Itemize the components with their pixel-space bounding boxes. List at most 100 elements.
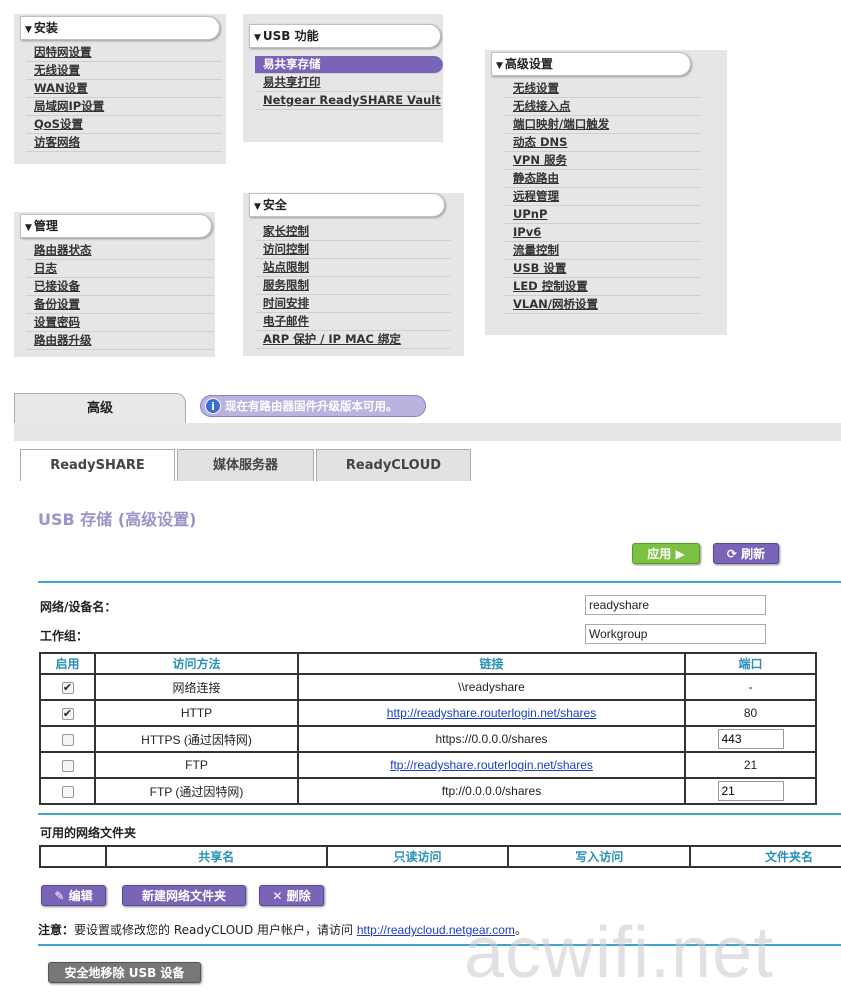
port-input[interactable] (717, 781, 784, 801)
menu-item-security-0[interactable]: 家长控制 (255, 223, 451, 241)
divider-top (38, 581, 841, 583)
col-write-access: 写入访问 (507, 845, 691, 868)
port-cell: 21 (684, 751, 817, 779)
col-enabled: 启用 (39, 652, 96, 675)
menu-manage-header[interactable]: ▼ 管理 (20, 214, 212, 238)
col-select (39, 845, 106, 868)
firmware-notice[interactable]: i 现在有路由器固件升级版本可用。 (200, 395, 426, 417)
port-input[interactable] (717, 729, 784, 749)
port-cell (684, 725, 817, 753)
menu-item-usb-2[interactable]: Netgear ReadySHARE Vault (255, 92, 443, 110)
refresh-button-label: 刷新 (741, 547, 766, 561)
access-method-cell: FTP (通过因特网) (94, 777, 299, 805)
col-share-name: 共享名 (104, 845, 327, 868)
network-folders-table: 共享名 只读访问 写入访问 文件夹名 (39, 845, 841, 868)
refresh-icon: ⟳ (726, 547, 737, 561)
menu-item-manage-1[interactable]: 日志 (26, 260, 214, 278)
menu-item-manage-2[interactable]: 已接设备 (26, 278, 214, 296)
watermark: acwifi.net (464, 913, 775, 993)
apply-button[interactable]: 应用 ▶ (632, 543, 700, 564)
menu-security-list: 家长控制 访问控制 站点限制 服务限制 时间安排 电子邮件 ARP 保护 / IP MAC … (255, 223, 451, 349)
folders-section-title: 可用的网络文件夹 (40, 826, 137, 840)
link-text: https://0.0.0.0/shares (435, 732, 548, 746)
triangle-down-icon: ▼ (254, 202, 261, 212)
menu-item-manage-5[interactable]: 路由器升级 (26, 332, 214, 350)
menu-item-setup-5[interactable]: 访客网络 (26, 134, 222, 152)
port-value: 21 (743, 758, 758, 772)
menu-item-advanced_setup-4[interactable]: VPN 服务 (505, 152, 701, 170)
enabled-cell (39, 751, 96, 779)
table-header-row: 共享名 只读访问 写入访问 文件夹名 (39, 845, 841, 868)
menu-item-setup-2[interactable]: WAN设置 (26, 80, 222, 98)
enable-checkbox[interactable] (61, 785, 74, 798)
menu-item-security-2[interactable]: 站点限制 (255, 259, 451, 277)
enable-checkbox[interactable]: ✔ (61, 681, 74, 694)
menu-usb-header[interactable]: ▼ USB 功能 (249, 24, 441, 48)
menu-setup-header[interactable]: ▼ 安装 (20, 16, 220, 40)
menu-item-manage-3[interactable]: 备份设置 (26, 296, 214, 314)
menu-item-advanced_setup-3[interactable]: 动态 DNS (505, 134, 701, 152)
divider-middle (38, 813, 841, 815)
enable-checkbox[interactable]: ✔ (61, 707, 74, 720)
workgroup-label: 工作组： (40, 629, 89, 643)
col-read-access: 只读访问 (325, 845, 509, 868)
workgroup-input[interactable] (585, 624, 766, 644)
menu-item-security-6[interactable]: ARP 保护 / IP MAC 绑定 (255, 331, 451, 349)
link-text: ftp://0.0.0.0/shares (441, 784, 542, 798)
table-header-row: 启用 访问方法 链接 端口 (39, 652, 817, 675)
delete-button[interactable]: ✕ 删除 (259, 885, 324, 906)
menu-item-usb-0[interactable]: 易共享存储 (255, 56, 443, 74)
menu-item-advanced_setup-9[interactable]: 流量控制 (505, 242, 701, 260)
menu-item-usb-1[interactable]: 易共享打印 (255, 74, 443, 92)
tab-readycloud[interactable]: ReadyCLOUD (316, 449, 471, 481)
menu-item-advanced_setup-1[interactable]: 无线接入点 (505, 98, 701, 116)
tab-media-server[interactable]: 媒体服务器 (177, 449, 314, 481)
delete-button-label: 删除 (286, 889, 311, 903)
enable-checkbox[interactable] (61, 759, 74, 772)
device-name-input[interactable] (585, 595, 766, 615)
menu-item-advanced_setup-6[interactable]: 远程管理 (505, 188, 701, 206)
table-row: HTTPS (通过因特网) https://0.0.0.0/shares (39, 725, 817, 753)
menu-usb: ▼ USB 功能 易共享存储 易共享打印 Netgear ReadySHARE Vau… (243, 14, 443, 142)
triangle-down-icon: ▼ (25, 25, 32, 35)
menu-item-setup-3[interactable]: 局域网IP设置 (26, 98, 222, 116)
enable-checkbox[interactable] (61, 733, 74, 746)
menu-item-advanced_setup-2[interactable]: 端口映射/端口触发 (505, 116, 701, 134)
menu-item-manage-4[interactable]: 设置密码 (26, 314, 214, 332)
menu-security-header[interactable]: ▼ 安全 (249, 193, 445, 217)
menu-item-setup-4[interactable]: QoS设置 (26, 116, 222, 134)
menu-item-manage-0[interactable]: 路由器状态 (26, 242, 214, 260)
menu-item-setup-0[interactable]: 因特网设置 (26, 44, 222, 62)
menu-item-setup-1[interactable]: 无线设置 (26, 62, 222, 80)
menu-item-advanced_setup-12[interactable]: VLAN/网桥设置 (505, 296, 701, 314)
safe-remove-usb-button[interactable]: 安全地移除 USB 设备 (48, 962, 201, 983)
link-text[interactable]: http://readyshare.routerlogin.net/shares (387, 706, 596, 720)
readycloud-note: 注意：要设置或修改您的 ReadyCLOUD 用户帐户，请访问 http://r… (38, 921, 527, 938)
enabled-cell: ✔ (39, 673, 96, 701)
menu-item-security-5[interactable]: 电子邮件 (255, 313, 451, 331)
info-icon: i (205, 398, 221, 414)
firmware-notice-text: 现在有路由器固件升级版本可用。 (225, 399, 398, 413)
menu-item-security-4[interactable]: 时间安排 (255, 295, 451, 313)
tab-readyshare[interactable]: ReadySHARE (20, 449, 175, 481)
port-value: 80 (743, 706, 758, 720)
menu-item-advanced_setup-11[interactable]: LED 控制设置 (505, 278, 701, 296)
menu-manage-title: 管理 (33, 219, 58, 233)
menu-item-advanced_setup-0[interactable]: 无线设置 (505, 80, 701, 98)
tab-advanced[interactable]: 高级 (14, 393, 186, 424)
menu-item-advanced_setup-10[interactable]: USB 设置 (505, 260, 701, 278)
menu-advanced-header[interactable]: ▼ 高级设置 (491, 52, 691, 76)
access-method-cell: FTP (94, 751, 299, 779)
menu-item-advanced_setup-5[interactable]: 静态路由 (505, 170, 701, 188)
triangle-down-icon: ▼ (254, 33, 261, 43)
enabled-cell (39, 777, 96, 805)
menu-item-security-1[interactable]: 访问控制 (255, 241, 451, 259)
new-network-folder-button[interactable]: 新建网络文件夹 (122, 885, 246, 906)
menu-item-advanced_setup-8[interactable]: IPv6 (505, 224, 701, 242)
menu-item-advanced_setup-7[interactable]: UPnP (505, 206, 701, 224)
refresh-button[interactable]: ⟳ 刷新 (713, 543, 779, 564)
edit-button[interactable]: ✎ 编辑 (41, 885, 106, 906)
link-text[interactable]: ftp://readyshare.routerlogin.net/shares (390, 758, 593, 772)
menu-advanced-title: 高级设置 (504, 57, 553, 71)
menu-item-security-3[interactable]: 服务限制 (255, 277, 451, 295)
